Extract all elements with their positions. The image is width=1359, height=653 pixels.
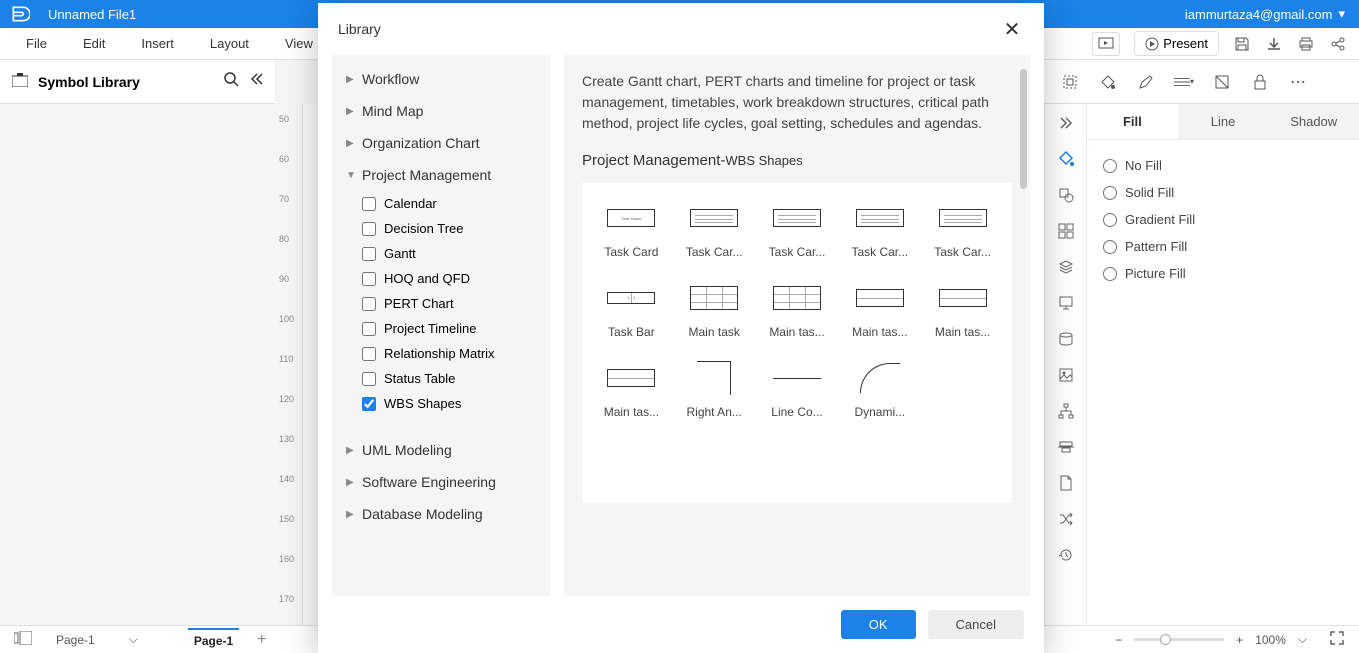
expand-arrow-icon: ▶ (346, 477, 356, 488)
expand-arrow-icon: ▶ (346, 138, 356, 149)
subcategory-item[interactable]: Calendar (332, 191, 550, 216)
expand-arrow-icon: ▼ (346, 170, 356, 181)
shape-item[interactable]: Task Car... (677, 201, 752, 259)
shape-item[interactable]: Main tas... (842, 281, 917, 339)
subcategory-item[interactable]: Relationship Matrix (332, 341, 550, 366)
shape-thumb-icon (685, 201, 743, 235)
subcategory-checkbox[interactable] (362, 297, 376, 311)
subcategory-checkbox[interactable] (362, 247, 376, 261)
shape-label: Dynami... (854, 405, 905, 419)
shapes-preview: Create Gantt chart, PERT charts and time… (564, 55, 1030, 596)
shape-item[interactable]: 1.1.1 Task Bar (594, 281, 669, 339)
shape-thumb-icon (851, 361, 909, 395)
category-description: Create Gantt chart, PERT charts and time… (582, 71, 1012, 134)
section-title: Project Management-WBS Shapes (582, 152, 1012, 169)
shape-thumb-icon (685, 361, 743, 395)
close-icon[interactable]: ✕ (1000, 17, 1024, 41)
shape-label: Task Car... (769, 245, 826, 259)
category-item[interactable]: ▶Workflow (332, 63, 550, 95)
subcategory-item[interactable]: Project Timeline (332, 316, 550, 341)
shape-label: Task Car... (851, 245, 908, 259)
shape-item[interactable]: Main tas... (760, 281, 835, 339)
shape-item[interactable]: Task Name Task Card (594, 201, 669, 259)
shape-label: Main tas... (852, 325, 907, 339)
shape-item[interactable]: Right An... (677, 361, 752, 419)
shape-label: Main tas... (769, 325, 824, 339)
category-item[interactable]: ▶Software Engineering (332, 466, 550, 498)
subcategory-checkbox[interactable] (362, 322, 376, 336)
subcategory-checkbox[interactable] (362, 397, 376, 411)
shape-label: Task Car... (686, 245, 743, 259)
shape-thumb-icon (768, 361, 826, 395)
shape-thumb-icon (768, 281, 826, 315)
library-modal: Library ✕ ▶Workflow▶Mind Map▶Organizatio… (318, 3, 1044, 653)
subcategory-item[interactable]: Status Table (332, 366, 550, 391)
expand-arrow-icon: ▶ (346, 106, 356, 117)
shape-thumb-icon (934, 201, 992, 235)
subcategory-checkbox[interactable] (362, 197, 376, 211)
ok-button[interactable]: OK (841, 610, 916, 639)
shape-thumb-icon (602, 361, 660, 395)
modal-title: Library (338, 21, 381, 37)
shape-item[interactable]: Main tas... (594, 361, 669, 419)
shape-item[interactable]: Line Co... (760, 361, 835, 419)
shape-thumb-icon: Task Name (602, 201, 660, 235)
category-item[interactable]: ▶Mind Map (332, 95, 550, 127)
shape-label: Task Bar (608, 325, 655, 339)
subcategory-item[interactable]: PERT Chart (332, 291, 550, 316)
expand-arrow-icon: ▶ (346, 74, 356, 85)
shape-thumb-icon (685, 281, 743, 315)
shape-item[interactable]: Main task (677, 281, 752, 339)
shape-thumb-icon (851, 281, 909, 315)
subcategory-checkbox[interactable] (362, 347, 376, 361)
scrollbar[interactable] (1020, 69, 1027, 189)
shape-item[interactable]: Dynami... (842, 361, 917, 419)
shape-label: Main task (689, 325, 740, 339)
subcategory-checkbox[interactable] (362, 372, 376, 386)
shape-thumb-icon (851, 201, 909, 235)
shape-label: Line Co... (771, 405, 822, 419)
category-item[interactable]: ▶Organization Chart (332, 127, 550, 159)
category-tree: ▶Workflow▶Mind Map▶Organization Chart▼Pr… (332, 55, 550, 596)
shape-label: Right An... (687, 405, 742, 419)
subcategory-item[interactable]: Decision Tree (332, 216, 550, 241)
shape-item[interactable]: Task Car... (760, 201, 835, 259)
category-item[interactable]: ▼Project Management (332, 159, 550, 191)
shape-item[interactable]: Task Car... (925, 201, 1000, 259)
library-modal-overlay: Library ✕ ▶Workflow▶Mind Map▶Organizatio… (0, 0, 1359, 653)
cancel-button[interactable]: Cancel (928, 610, 1024, 639)
shape-label: Main tas... (935, 325, 990, 339)
shape-item[interactable]: Task Car... (842, 201, 917, 259)
subcategory-item[interactable]: HOQ and QFD (332, 266, 550, 291)
shape-thumb-icon: 1.1.1 (602, 281, 660, 315)
shape-item[interactable]: Main tas... (925, 281, 1000, 339)
expand-arrow-icon: ▶ (346, 509, 356, 520)
shape-label: Task Car... (934, 245, 991, 259)
subcategory-item[interactable]: WBS Shapes (332, 391, 550, 416)
category-item[interactable]: ▶UML Modeling (332, 434, 550, 466)
shape-thumb-icon (934, 281, 992, 315)
shape-thumb-icon (768, 201, 826, 235)
subcategory-checkbox[interactable] (362, 222, 376, 236)
subcategory-item[interactable]: Gantt (332, 241, 550, 266)
shape-label: Main tas... (604, 405, 659, 419)
subcategory-checkbox[interactable] (362, 272, 376, 286)
category-item[interactable]: ▶Database Modeling (332, 498, 550, 530)
expand-arrow-icon: ▶ (346, 445, 356, 456)
shape-label: Task Card (604, 245, 658, 259)
